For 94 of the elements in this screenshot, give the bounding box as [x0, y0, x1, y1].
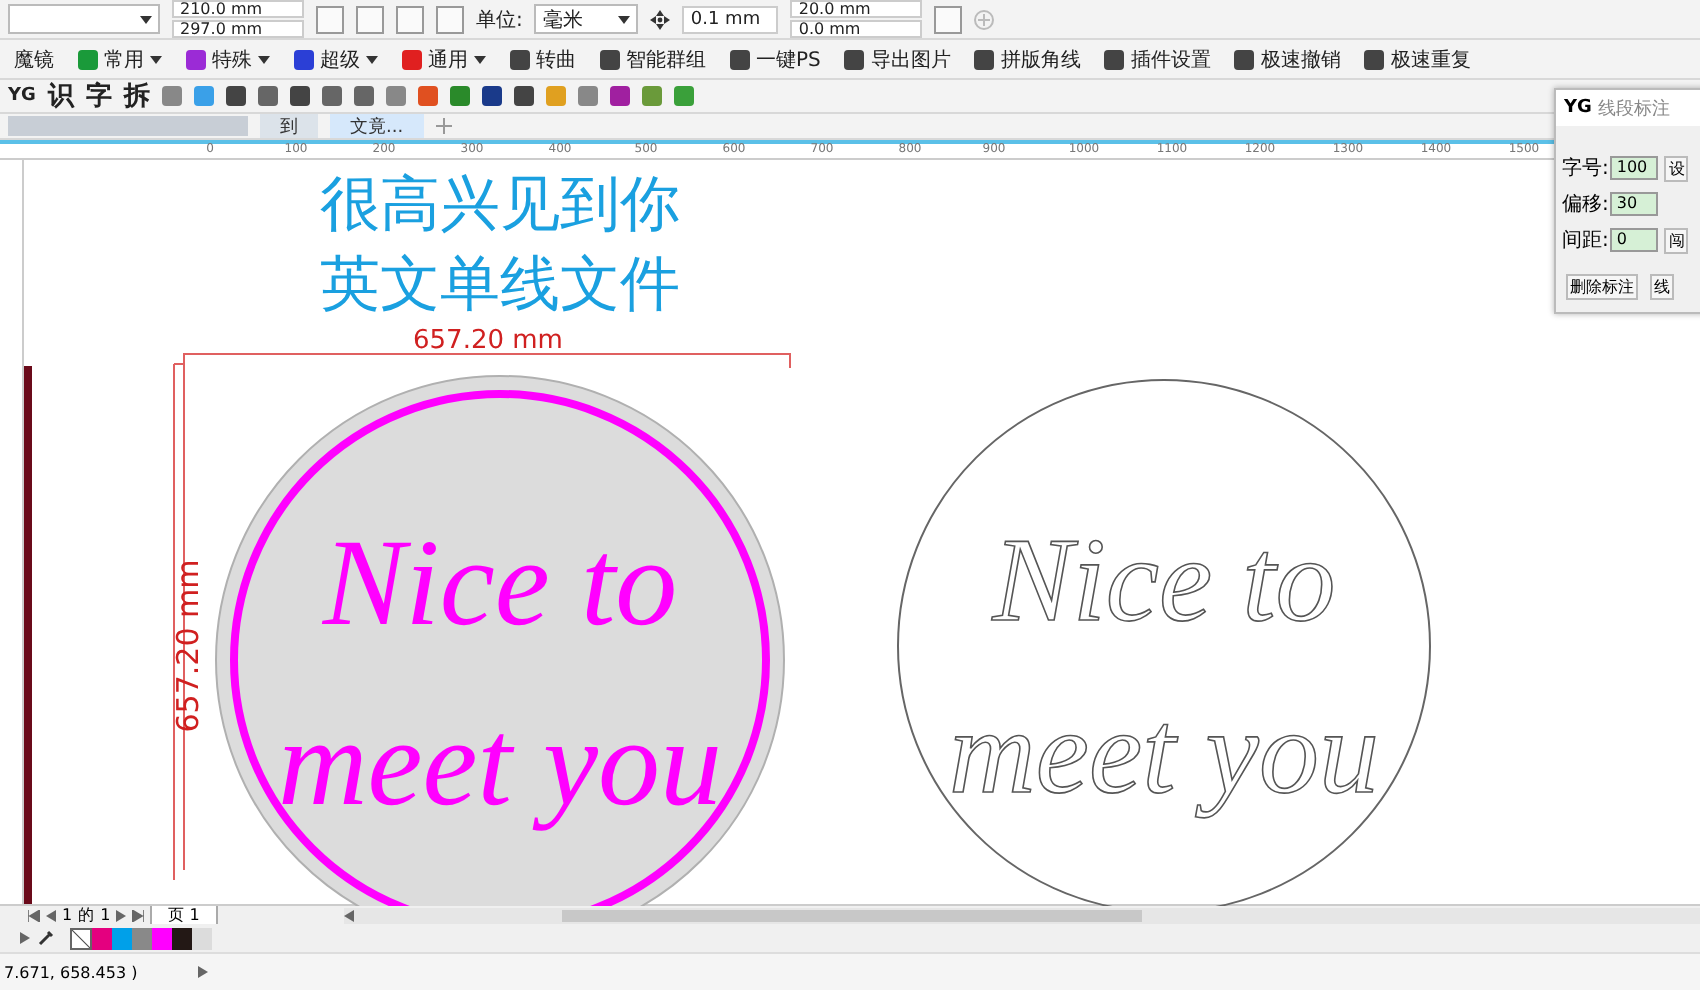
scroll-left-icon[interactable]	[343, 909, 354, 921]
previous-page-icon[interactable]	[46, 909, 56, 921]
caret-icon	[258, 55, 270, 63]
tool-icon[interactable]	[481, 86, 502, 106]
toolbar-button[interactable]: 极速重复	[1358, 45, 1477, 73]
canvas-text: 英文单线文件	[320, 250, 680, 320]
input-field[interactable]: 30	[1610, 192, 1659, 216]
caret-icon	[140, 15, 152, 23]
toolbar-button[interactable]: 导出图片	[838, 45, 957, 73]
tool-icon	[1104, 49, 1125, 69]
cursor-coordinates: 7.671, 658.453 )	[4, 963, 138, 981]
unit-label: 单位:	[476, 7, 523, 33]
page-number: 1	[62, 906, 73, 924]
menu-button[interactable]: 超级	[288, 45, 384, 73]
first-page-icon[interactable]	[28, 909, 40, 921]
dimension-label: 657.20 mm	[170, 559, 206, 733]
tool-icon[interactable]	[321, 86, 342, 106]
page-width-field[interactable]: 210.0 mm	[172, 0, 304, 18]
logo-icon: YG	[8, 86, 36, 106]
add-icon[interactable]	[974, 9, 995, 29]
color-swatch[interactable]	[152, 927, 172, 949]
panel-button[interactable]: 闯	[1664, 227, 1689, 253]
toolbar-button[interactable]: 字	[85, 78, 112, 114]
toolbar-button[interactable]: 拼版角线	[968, 45, 1087, 73]
input-field[interactable]: 100	[1610, 156, 1659, 180]
preset-dropdown[interactable]	[8, 4, 160, 34]
color-swatch[interactable]	[132, 927, 152, 949]
toolbar-button[interactable]: 智能群组	[594, 45, 712, 73]
script-text: Nice to	[992, 514, 1336, 646]
toolbar-button[interactable]: 魔镜	[8, 45, 60, 73]
document-tab[interactable]: 文竟...	[330, 114, 424, 138]
panel-title: 线段标注	[1597, 97, 1670, 121]
toolbar-button[interactable]: 插件设置	[1098, 45, 1217, 73]
caret-icon	[150, 55, 162, 63]
toolbar-button[interactable]: 一键PS	[724, 45, 827, 73]
no-color-swatch[interactable]	[70, 927, 92, 949]
script-text: meet you	[277, 696, 723, 832]
next-page-icon[interactable]	[116, 909, 127, 921]
toolbar-button[interactable]: 识	[47, 78, 74, 114]
tool-icon[interactable]	[289, 86, 310, 106]
input-field[interactable]: 0	[1610, 228, 1659, 252]
field-label: 偏移:	[1562, 192, 1609, 218]
nudge-icon	[650, 9, 671, 29]
tool-icon	[1234, 49, 1255, 69]
duplicate-y-field[interactable]: 0.0 mm	[790, 20, 923, 38]
caret-icon	[366, 55, 378, 63]
caret-icon	[474, 55, 486, 63]
document-tab[interactable]: 到	[260, 114, 318, 138]
color-swatch[interactable]	[112, 927, 132, 949]
tool-icon[interactable]	[449, 86, 470, 106]
dimension-label: 657.20 mm	[413, 326, 563, 356]
panel-button[interactable]: 线	[1650, 274, 1674, 300]
panel-button[interactable]: 设	[1664, 155, 1689, 181]
page-tab[interactable]: 页 1	[150, 905, 218, 925]
tool-icon	[974, 49, 995, 69]
last-page-icon[interactable]	[132, 909, 145, 921]
scroll-thumb[interactable]	[561, 909, 1142, 921]
page-of-label: 的	[78, 904, 95, 926]
color-swatch[interactable]	[92, 927, 112, 949]
caret-icon	[618, 15, 631, 23]
menu-button[interactable]: 通用	[396, 45, 492, 73]
script-text: meet you	[949, 686, 1379, 818]
tool-icon[interactable]	[609, 86, 630, 106]
tool-icon[interactable]	[257, 86, 278, 106]
tool-icon[interactable]	[225, 86, 246, 106]
toolbar-button[interactable]: 转曲	[504, 45, 582, 73]
tool-icon	[600, 49, 620, 69]
tool-icon[interactable]	[513, 86, 534, 106]
tool-icon	[844, 49, 865, 69]
arrow-icon	[197, 966, 208, 978]
color-swatch[interactable]	[192, 927, 212, 949]
tool-icon	[1364, 49, 1385, 69]
tool-icon[interactable]	[353, 86, 374, 106]
menu-button[interactable]: 特殊	[180, 45, 276, 73]
add-tab-icon[interactable]	[435, 118, 452, 134]
nudge-field[interactable]: 0.1 mm	[682, 5, 779, 33]
duplicate-x-field[interactable]: 20.0 mm	[790, 0, 923, 18]
eyedropper-icon[interactable]	[38, 930, 54, 946]
tool-icon	[730, 49, 750, 69]
field-label: 字号:	[1562, 155, 1609, 182]
page-height-field[interactable]: 297.0 mm	[172, 20, 304, 38]
menu-button[interactable]: 常用	[72, 45, 168, 73]
panel-button[interactable]: 删除标注	[1566, 274, 1638, 300]
unit-dropdown[interactable]: 毫米	[534, 4, 639, 34]
toolbar-button[interactable]: 拆	[123, 78, 150, 114]
script-text: Nice to	[322, 516, 678, 652]
arrow-icon	[20, 932, 30, 944]
logo-icon: YG	[1564, 98, 1592, 118]
canvas-text: 很高兴见到你	[320, 170, 680, 240]
toolbar-button[interactable]: 极速撤销	[1228, 45, 1347, 73]
tool-icon	[510, 49, 530, 69]
field-label: 间距:	[1562, 228, 1609, 254]
color-swatch[interactable]	[172, 927, 192, 949]
page-total: 1	[100, 906, 111, 924]
